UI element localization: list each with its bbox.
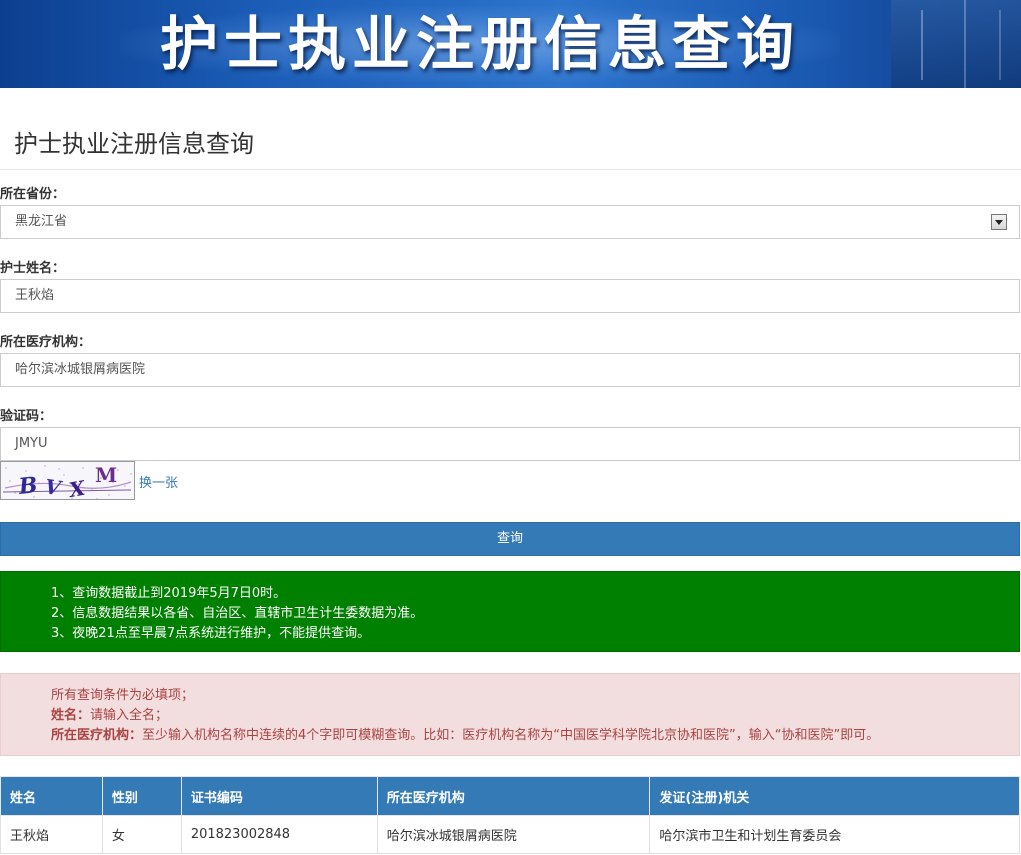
table-row: 王秋焰 女 201823002848 哈尔滨冰城银屑病医院 哈尔滨市卫生和计划生… — [0, 815, 1020, 854]
cell-certificate: 201823002848 — [180, 815, 378, 854]
cell-name: 王秋焰 — [0, 815, 103, 854]
query-button[interactable]: 查询 — [0, 522, 1020, 556]
results-table: 姓名 性别 证书编码 所在医疗机构 发证(注册)机关 王秋焰 女 2018230… — [0, 776, 1020, 854]
refresh-captcha-link[interactable]: 换一张 — [139, 472, 178, 491]
warning-line-institution: 所在医疗机构：至少输入机构名称中连续的4个字即可模糊查询。比如：医疗机构名称为“… — [51, 726, 1019, 746]
column-header-name: 姓名 — [0, 776, 103, 816]
cell-institution: 哈尔滨冰城银屑病医院 — [376, 815, 651, 854]
info-notice-line: 2、信息数据结果以各省、自治区、直辖市卫生计生委数据为准。 — [51, 606, 424, 621]
table-header-row: 姓名 性别 证书编码 所在医疗机构 发证(注册)机关 — [0, 776, 1020, 816]
captcha-char-4: M — [95, 463, 117, 487]
chevron-down-icon[interactable] — [991, 214, 1007, 230]
province-label: 所在省份： — [0, 187, 66, 202]
cell-gender: 女 — [101, 815, 182, 854]
column-header-gender: 性别 — [101, 776, 182, 816]
province-select-value: 黑龙江省 — [15, 214, 68, 229]
warning-institution-label: 所在医疗机构： — [51, 728, 143, 743]
institution-input[interactable]: 哈尔滨冰城银屑病医院 — [0, 353, 1020, 387]
captcha-graphic: B V X M — [1, 462, 134, 500]
province-select[interactable]: 黑龙江省 — [0, 205, 1020, 239]
captcha-image[interactable]: B V X M — [0, 461, 135, 500]
info-notice-line: 1、查询数据截止到2019年5月7日0时。 — [51, 586, 287, 601]
column-header-institution: 所在医疗机构 — [376, 776, 651, 816]
institution-label: 所在医疗机构： — [0, 335, 92, 350]
banner-title: 护士执业注册信息查询 — [159, 10, 800, 78]
warning-notice: 所有查询条件为必填项； 姓名：请输入全名； 所在医疗机构：至少输入机构名称中连续… — [0, 673, 1020, 756]
column-header-certificate: 证书编码 — [180, 776, 378, 816]
warning-line-name: 姓名：请输入全名； — [51, 706, 1019, 726]
header-banner: 护士执业注册信息查询 — [0, 0, 1021, 88]
captcha-char-1: B — [17, 472, 39, 500]
nurse-name-input[interactable]: 王秋焰 — [0, 279, 1020, 313]
banner-tower-line — [964, 0, 966, 88]
cell-authority: 哈尔滨市卫生和计划生育委员会 — [649, 815, 1020, 854]
captcha-input[interactable]: JMYU — [0, 427, 1020, 461]
info-notice: 1、查询数据截止到2019年5月7日0时。 2、信息数据结果以各省、自治区、直辖… — [0, 571, 1020, 652]
warning-institution-text: 至少输入机构名称中连续的4个字即可模糊查询。比如：医疗机构名称为“中国医学科学院… — [142, 728, 880, 743]
nurse-name-label: 护士姓名： — [0, 261, 66, 276]
divider — [0, 169, 1021, 170]
captcha-label: 验证码： — [0, 409, 53, 424]
warning-name-text: 请输入全名； — [90, 708, 169, 723]
info-notice-line: 3、夜晚21点至早晨7点系统进行维护，不能提供查询。 — [51, 626, 371, 641]
page-title: 护士执业注册信息查询 — [14, 130, 254, 158]
warning-line-required: 所有查询条件为必填项； — [51, 688, 195, 703]
column-header-authority: 发证(注册)机关 — [649, 776, 1020, 816]
warning-name-label: 姓名： — [51, 708, 91, 723]
